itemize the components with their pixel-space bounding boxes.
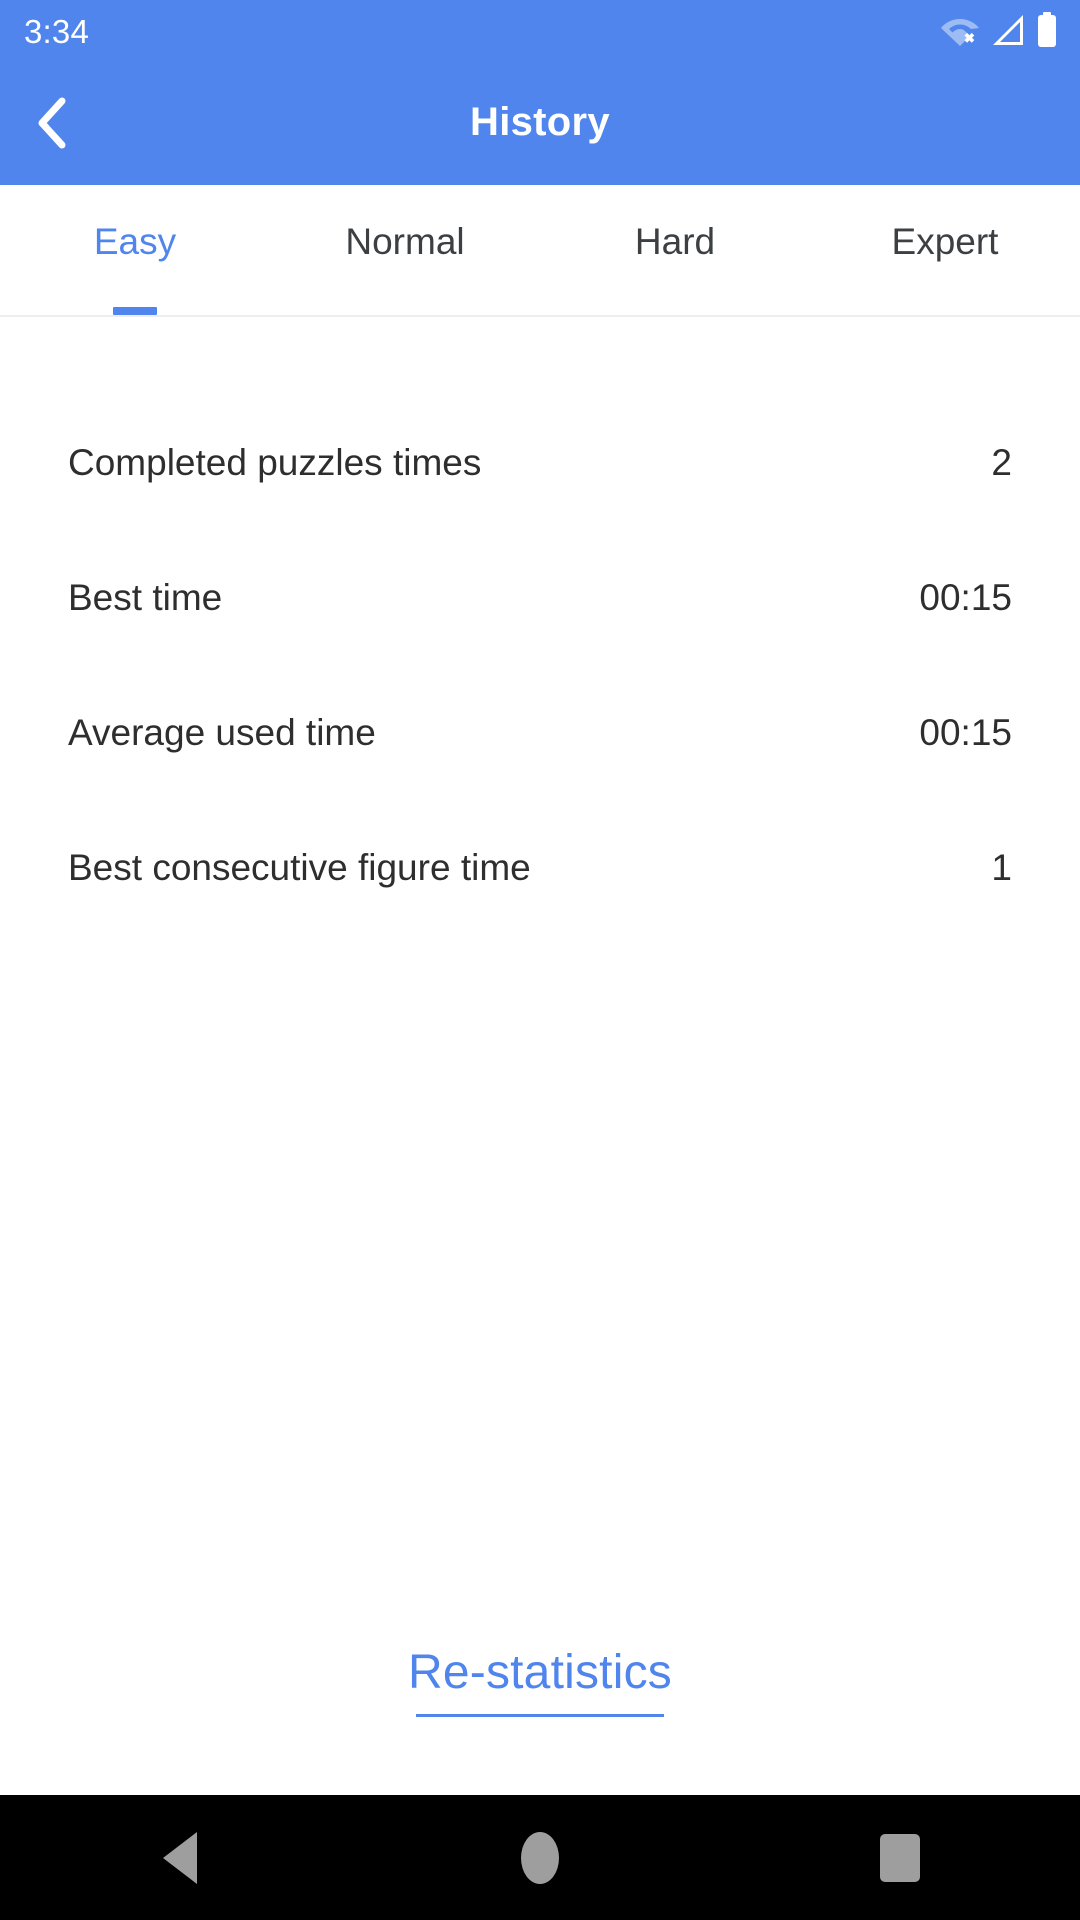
difficulty-tab-bar: Easy Normal Hard Expert [0, 185, 1080, 317]
tab-normal-label: Normal [345, 221, 465, 262]
stat-label: Best consecutive figure time [68, 847, 531, 888]
stat-value: 00:15 [919, 712, 1012, 753]
stat-value: 2 [991, 442, 1012, 483]
back-triangle-icon [163, 1831, 197, 1884]
nav-home-button[interactable] [470, 1795, 610, 1920]
nav-recents-button[interactable] [830, 1795, 970, 1920]
restatistics-button[interactable]: Re-statistics [398, 1643, 682, 1714]
history-content: Completed puzzles times 2 Best time 00:1… [0, 317, 1080, 1795]
cell-signal-icon [990, 13, 1026, 47]
restatistics-area: Re-statistics [0, 1643, 1080, 1717]
stat-label: Best time [68, 577, 223, 618]
table-row: Best consecutive figure time 1 [0, 800, 1080, 935]
page-title: History [470, 100, 610, 144]
stat-value: 1 [991, 847, 1012, 888]
stat-label: Average used time [68, 712, 376, 753]
status-bar-icons [940, 12, 1058, 48]
table-row: Completed puzzles times 2 [0, 395, 1080, 530]
restatistics-underline [416, 1714, 664, 1717]
android-nav-bar [0, 1795, 1080, 1920]
app-screen: 3:34 History Easy Normal Hard Expert Com… [0, 0, 1080, 1920]
table-row: Best time 00:15 [0, 530, 1080, 665]
stat-value: 00:15 [919, 577, 1012, 618]
tab-normal[interactable]: Normal [270, 185, 540, 315]
tab-easy[interactable]: Easy [0, 185, 270, 315]
nav-back-button[interactable] [110, 1795, 250, 1920]
status-bar-clock: 3:34 [24, 12, 90, 50]
back-button[interactable] [14, 83, 94, 163]
wifi-off-icon [940, 13, 980, 47]
status-bar: 3:34 [0, 0, 1080, 60]
app-bar: History [0, 60, 1080, 185]
stats-list: Completed puzzles times 2 Best time 00:1… [0, 317, 1080, 935]
home-circle-icon [521, 1831, 559, 1884]
stat-label: Completed puzzles times [68, 442, 482, 483]
tab-hard-label: Hard [634, 221, 716, 262]
tab-expert-label: Expert [891, 221, 999, 262]
tab-hard[interactable]: Hard [540, 185, 810, 315]
battery-icon [1036, 12, 1058, 48]
tab-easy-label: Easy [93, 221, 177, 262]
tab-active-indicator [113, 307, 157, 315]
chevron-left-icon [32, 96, 76, 150]
recents-square-icon [880, 1833, 920, 1882]
table-row: Average used time 00:15 [0, 665, 1080, 800]
tab-expert[interactable]: Expert [810, 185, 1080, 315]
